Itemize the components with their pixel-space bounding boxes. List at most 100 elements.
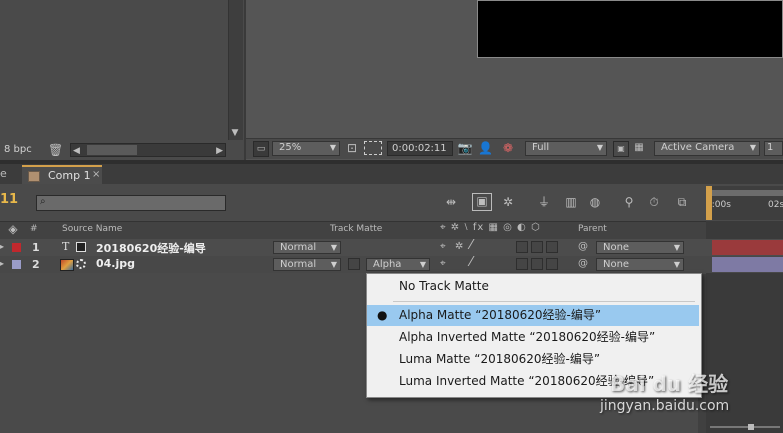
layer-row-2[interactable]: ▸ 2 04.jpg Normal ▼ Alpha ▼ ⌖ ⁄ @ None ▼ xyxy=(0,256,783,273)
toggle-transparency-icon[interactable]: ▦ xyxy=(632,141,646,155)
label-column-icon[interactable]: ◈ xyxy=(6,222,20,236)
chevron-down-icon: ▼ xyxy=(330,260,337,269)
graph-editor-icon[interactable]: ⧉ xyxy=(672,195,692,209)
parent-dropdown[interactable]: None ▼ xyxy=(596,241,684,254)
camera-dropdown[interactable]: Active Camera ▼ xyxy=(654,141,760,156)
menu-item-no-track-matte[interactable]: No Track Matte xyxy=(367,276,699,297)
time-ruler[interactable]: 0:00s 02s xyxy=(706,186,783,220)
collapse-switch-icon[interactable]: ✲ xyxy=(455,240,463,254)
col-num[interactable]: # xyxy=(30,224,38,234)
pickwhip-icon[interactable]: @ xyxy=(578,257,588,271)
image-layer-icon xyxy=(60,259,74,271)
menu-item-label: No Track Matte xyxy=(399,279,489,293)
col-track-matte[interactable]: Track Matte xyxy=(330,224,382,234)
expand-arrow-icon[interactable]: ▸ xyxy=(0,240,4,254)
quality-switch-icon[interactable]: ⁄ xyxy=(470,256,472,270)
tab-close-icon[interactable]: × xyxy=(92,169,100,180)
motion-blur-switch[interactable] xyxy=(531,258,543,270)
project-bpc-label[interactable]: 8 bpc xyxy=(4,144,32,155)
timecode-field[interactable]: 0:00:02:11 xyxy=(387,141,453,156)
zoom-thumb[interactable] xyxy=(748,424,754,430)
resolution-value: Full xyxy=(532,142,550,153)
show-snapshot-icon[interactable]: 👤 xyxy=(478,141,493,155)
3d-switch[interactable] xyxy=(546,241,558,253)
layer-name[interactable]: 20180620经验-编导 xyxy=(96,240,206,256)
track-matte-dropdown[interactable]: Alpha ▼ xyxy=(366,258,430,271)
auto-keyframe-icon[interactable]: ⏱ xyxy=(645,195,663,209)
transparency-grid-icon[interactable] xyxy=(364,141,382,155)
motion-blur-switch[interactable] xyxy=(531,241,543,253)
fast-preview-icon[interactable]: ▣ xyxy=(613,141,629,157)
layer-search-input[interactable]: ⌕ xyxy=(36,195,226,211)
layer-duration-bar[interactable] xyxy=(712,240,783,255)
expand-arrow-icon[interactable]: ▸ xyxy=(0,257,4,271)
watermark-brand: Bai du 经验 xyxy=(610,372,729,396)
blend-mode-dropdown[interactable]: Normal ▼ xyxy=(273,241,341,254)
hscroll-thumb[interactable] xyxy=(87,145,137,155)
region-of-interest-icon[interactable]: ⊡ xyxy=(344,141,360,155)
layer-row-1[interactable]: ▸ 1 T 20180620经验-编导 Normal ▼ ⌖ ✲ ⁄ @ None… xyxy=(0,239,783,256)
menu-item-luma-matte[interactable]: Luma Matte “20180620经验-编导” xyxy=(367,349,699,370)
layer-name[interactable]: 04.jpg xyxy=(96,257,135,270)
project-panel xyxy=(0,0,244,160)
live-update-icon[interactable]: ▣ xyxy=(472,193,492,211)
menu-item-label: Alpha Inverted Matte “20180620经验-编导” xyxy=(399,330,656,344)
comp-mini-flowchart-icon[interactable]: ⇹ xyxy=(440,195,462,209)
views-dropdown[interactable]: 1 V xyxy=(764,141,783,156)
col-source-name[interactable]: Source Name xyxy=(62,224,122,234)
views-value: 1 V xyxy=(767,142,774,155)
project-hscroll[interactable]: ◀ ▶ xyxy=(70,143,226,157)
always-preview-icon[interactable]: ▭ xyxy=(253,141,269,157)
tab-comp-1[interactable]: Comp 1 × xyxy=(22,165,102,184)
menu-separator xyxy=(393,301,695,302)
fx-switch[interactable] xyxy=(516,258,528,270)
timeline-zoom-slider[interactable] xyxy=(706,424,783,430)
layer-comp-icon xyxy=(76,242,86,252)
scroll-right-icon[interactable]: ▶ xyxy=(216,144,223,158)
label-color-swatch[interactable] xyxy=(12,260,21,269)
chevron-down-icon: ▼ xyxy=(673,260,680,269)
preserve-transparency-checkbox[interactable] xyxy=(348,258,360,270)
parent-dropdown[interactable]: None ▼ xyxy=(596,258,684,271)
camera-value: Active Camera xyxy=(661,142,735,153)
quality-switch-icon[interactable]: ⁄ xyxy=(470,239,472,253)
menu-item-alpha-inverted-matte[interactable]: Alpha Inverted Matte “20180620经验-编导” xyxy=(367,327,699,348)
pickwhip-icon[interactable]: @ xyxy=(578,240,588,254)
zoom-dropdown[interactable]: 25% ▼ xyxy=(272,141,340,156)
blend-mode-dropdown[interactable]: Normal ▼ xyxy=(273,258,341,271)
blend-mode-value: Normal xyxy=(280,242,317,253)
viewer-frame xyxy=(477,0,783,58)
frame-blending-icon[interactable]: ▥ xyxy=(562,195,580,209)
resolution-dropdown[interactable]: Full ▼ xyxy=(525,141,607,156)
comp-icon xyxy=(28,171,40,182)
tab-bar xyxy=(0,164,783,184)
tab-previous[interactable]: e xyxy=(0,167,7,180)
trash-icon[interactable]: 🗑 xyxy=(48,143,63,157)
fx-switch[interactable] xyxy=(516,241,528,253)
chevron-down-icon: ▼ xyxy=(749,143,756,152)
current-time-indicator[interactable] xyxy=(706,186,712,220)
camera-snapshot-icon[interactable]: 📷 xyxy=(457,141,473,155)
project-panel-scrollbar[interactable] xyxy=(228,0,243,140)
switches-header-icons: ⌖ ✲ ⧵ fx ▦ ◎ ◐ ⬡ xyxy=(440,222,541,233)
shy-switch-icon[interactable]: ⌖ xyxy=(440,257,446,271)
scroll-left-icon[interactable]: ◀ xyxy=(73,144,80,158)
3d-switch[interactable] xyxy=(546,258,558,270)
brainstorm-icon[interactable]: ⚲ xyxy=(620,195,638,209)
zoom-track xyxy=(710,426,780,428)
draft-3d-icon[interactable]: ✲ xyxy=(498,195,518,209)
hide-shy-icon[interactable]: ⏚ xyxy=(534,195,554,209)
menu-item-alpha-matte[interactable]: ● Alpha Matte “20180620经验-编导” xyxy=(367,305,699,326)
shy-switch-icon[interactable]: ⌖ xyxy=(440,240,446,254)
scroll-down-icon[interactable]: ▼ xyxy=(229,126,241,140)
chevron-down-icon: ▼ xyxy=(330,243,337,252)
col-parent[interactable]: Parent xyxy=(578,224,607,234)
work-area-bar[interactable] xyxy=(706,190,783,196)
chevron-down-icon: ▼ xyxy=(673,243,680,252)
current-frame[interactable]: 11 xyxy=(0,192,18,207)
label-color-swatch[interactable] xyxy=(12,243,21,252)
layer-duration-bar[interactable] xyxy=(712,257,783,272)
color-channels-icon[interactable]: ❁ xyxy=(499,141,517,155)
motion-blur-icon[interactable]: ◍ xyxy=(586,195,604,209)
chevron-down-icon: ▼ xyxy=(419,260,426,269)
